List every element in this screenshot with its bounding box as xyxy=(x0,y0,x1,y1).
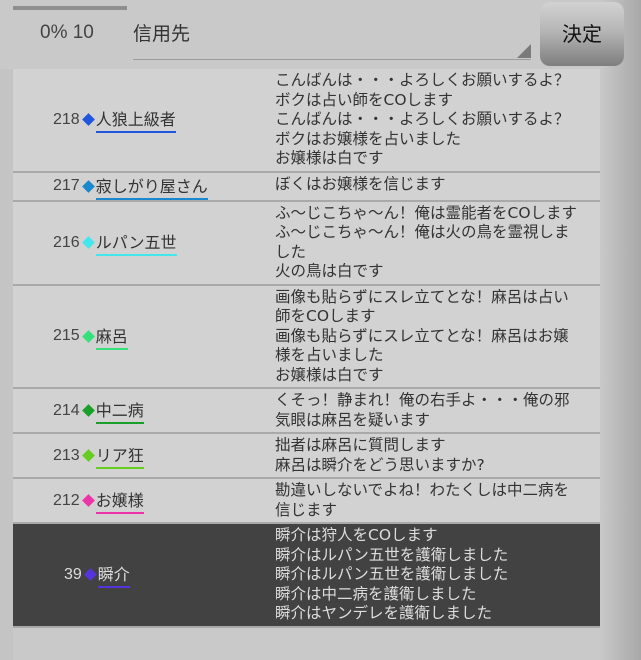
player-number: 214 xyxy=(53,401,80,419)
message-line: 勘違いしないでよね！わたくしは中二病を xyxy=(275,481,570,499)
player-row[interactable]: 214 中二病 くそっ！静まれ！俺の右手よ・・・俺の邪 気眼は麻呂を疑います xyxy=(13,389,600,434)
player-name-link[interactable]: ルパン五世 xyxy=(95,229,177,256)
player-name-link[interactable]: リア狂 xyxy=(95,442,144,469)
message-line: 麻呂は瞬介をどう思いますか? xyxy=(275,455,485,474)
message-line: くそっ！静まれ！俺の右手よ・・・俺の邪 xyxy=(275,391,570,409)
message-line: 気眼は麻呂を疑います xyxy=(275,410,431,429)
message-line: 師をCOします xyxy=(275,307,376,325)
message-list: 画像も貼らずにスレ立てとな！麻呂は占い 師をCOします 画像も貼らずにスレ立てとな！… xyxy=(268,286,600,388)
message-list: くそっ！静まれ！俺の右手よ・・・俺の邪 気眼は麻呂を疑います xyxy=(268,389,600,432)
player-info: 214 中二病 xyxy=(53,397,253,424)
message-line: 火の鳥は白です xyxy=(275,262,384,280)
progress-bar xyxy=(13,6,127,10)
player-cell: 213 リア狂 xyxy=(13,434,268,477)
player-info: 218 人狼上級者 xyxy=(53,106,253,134)
player-row[interactable]: 213 リア狂 拙者は麻呂に質問します 麻呂は瞬介をどう思いますか? xyxy=(13,434,600,479)
left-margin xyxy=(0,69,13,660)
player-name-link[interactable]: お嬢様 xyxy=(95,487,144,514)
player-cell: 216 ルパン五世 xyxy=(13,202,268,284)
message-list: ぼくはお嬢様を信じます xyxy=(268,173,600,200)
player-number: 217 xyxy=(53,177,80,194)
player-name-link[interactable]: 人狼上級者 xyxy=(95,106,176,134)
message-line: 画像も貼らずにスレ立てとな！麻呂は占い xyxy=(275,287,569,306)
message-line: ぼくはお嬢様を信じます xyxy=(275,174,446,193)
player-cell: 217 寂しがり屋さん xyxy=(13,173,268,200)
player-name-link[interactable]: 麻呂 xyxy=(95,323,128,350)
message-list: こんばんは・・・よろしくお願いするよ？ ボクは占い師をCOします こんばんは・・・よ… xyxy=(268,69,600,171)
message-line: お嬢様は白です xyxy=(275,149,384,167)
message-line: 瞬介はルパン五世を護衛しました xyxy=(275,545,509,564)
select-label: 信用先 xyxy=(133,23,191,45)
diamond-icon xyxy=(81,236,95,249)
player-cell: 215 麻呂 xyxy=(13,286,268,388)
message-line: した xyxy=(275,242,307,261)
player-cell: 39 瞬介 xyxy=(13,524,268,626)
message-line: こんばんは・・・よろしくお願いするよ？ xyxy=(275,71,570,89)
message-line: 信じます xyxy=(275,500,338,519)
player-cell: 218 人狼上級者 xyxy=(13,69,268,171)
player-name-link[interactable]: 中二病 xyxy=(95,397,144,424)
top-bar: 0% 10 信用先 決定 xyxy=(0,0,641,66)
player-info: 215 麻呂 xyxy=(53,323,253,350)
player-row[interactable]: 216 ルパン五世 ふ～じこちゃ～ん！俺は霊能者をCOします ふ～じこちゃ～ん！俺は火… xyxy=(13,201,600,286)
player-info: 39 瞬介 xyxy=(64,561,262,589)
diamond-icon xyxy=(81,494,95,507)
player-info: 212 お嬢様 xyxy=(53,487,253,514)
message-line: お嬢様は白です xyxy=(275,365,384,384)
message-line: 瞬介は狩人をCOします xyxy=(275,526,438,544)
message-line: ふ～じこちゃ～ん！俺は霊能者をCOします xyxy=(275,203,578,222)
message-line: ボクは占い師をCOします xyxy=(275,90,454,109)
decide-button[interactable]: 決定 xyxy=(540,2,624,66)
player-name-link[interactable]: 瞬介 xyxy=(97,561,130,589)
message-list: 瞬介は狩人をCOします 瞬介はルパン五世を護衛しました 瞬介はルパン五世を護衛しまし… xyxy=(268,524,600,626)
message-line: 画像も貼らずにスレ立てとな！麻呂はお嬢 xyxy=(275,326,569,345)
message-list: ふ～じこちゃ～ん！俺は霊能者をCOします ふ～じこちゃ～ん！俺は火の鳥を霊視しまし… xyxy=(268,202,600,284)
player-cell: 212 お嬢様 xyxy=(13,479,268,522)
diamond-icon xyxy=(81,404,95,417)
player-cell: 214 中二病 xyxy=(13,389,268,432)
player-number: 215 xyxy=(53,327,80,345)
message-line: ふ～じこちゃ～ん！俺は火の鳥を霊視しま xyxy=(275,223,570,241)
diamond-icon xyxy=(81,449,95,462)
player-row[interactable]: 39 瞬介 瞬介は狩人をCOします 瞬介はルパン五世を護衛しました 瞬介はルパン五世を護… xyxy=(13,524,600,628)
player-row[interactable]: 217 寂しがり屋さん ぼくはお嬢様を信じます xyxy=(13,172,600,202)
diamond-icon xyxy=(83,568,97,582)
message-line: 様を占いました xyxy=(275,346,384,364)
player-row[interactable]: 212 お嬢様 勘違いしないでよね！わたくしは中二病を 信じます xyxy=(13,479,600,524)
message-line: 瞬介はルパン五世を護衛しました xyxy=(275,565,509,583)
player-number: 213 xyxy=(53,446,80,464)
diamond-icon xyxy=(81,179,95,193)
player-info: 213 リア狂 xyxy=(53,442,253,469)
player-info: 216 ルパン五世 xyxy=(53,229,253,256)
message-line: 拙者は麻呂に質問します xyxy=(275,436,446,454)
message-list: 勘違いしないでよね！わたくしは中二病を 信じます xyxy=(268,479,600,522)
player-name-link[interactable]: 寂しがり屋さん xyxy=(95,173,208,200)
player-number: 216 xyxy=(53,233,80,251)
player-row[interactable]: 215 麻呂 画像も貼らずにスレ立てとな！麻呂は占い 師をCOします 画像も貼らずにスレ… xyxy=(13,285,600,389)
message-line: こんばんは・・・よろしくお願いするよ？ xyxy=(275,110,570,128)
message-line: 瞬介は中二病を護衛しました xyxy=(275,584,477,603)
dropdown-arrow-icon xyxy=(517,44,531,58)
player-number: 39 xyxy=(64,565,82,583)
player-list: 218 人狼上級者 こんばんは・・・よろしくお願いするよ？ ボクは占い師をCOしますこ… xyxy=(13,69,600,628)
player-row[interactable]: 218 人狼上級者 こんばんは・・・よろしくお願いするよ？ ボクは占い師をCOしますこ… xyxy=(13,69,600,173)
progress-label: 0% 10 xyxy=(40,22,94,43)
diamond-icon xyxy=(81,329,95,343)
message-line: ボクはお嬢様を占いました xyxy=(275,129,462,148)
diamond-icon xyxy=(81,113,95,127)
message-list: 拙者は麻呂に質問します 麻呂は瞬介をどう思いますか? xyxy=(268,434,600,477)
player-info: 217 寂しがり屋さん xyxy=(53,173,253,200)
message-line: 瞬介はヤンデレを護衛しました xyxy=(275,604,493,622)
player-number: 218 xyxy=(53,110,80,128)
player-number: 212 xyxy=(53,491,80,509)
trust-target-select[interactable]: 信用先 xyxy=(133,14,531,60)
